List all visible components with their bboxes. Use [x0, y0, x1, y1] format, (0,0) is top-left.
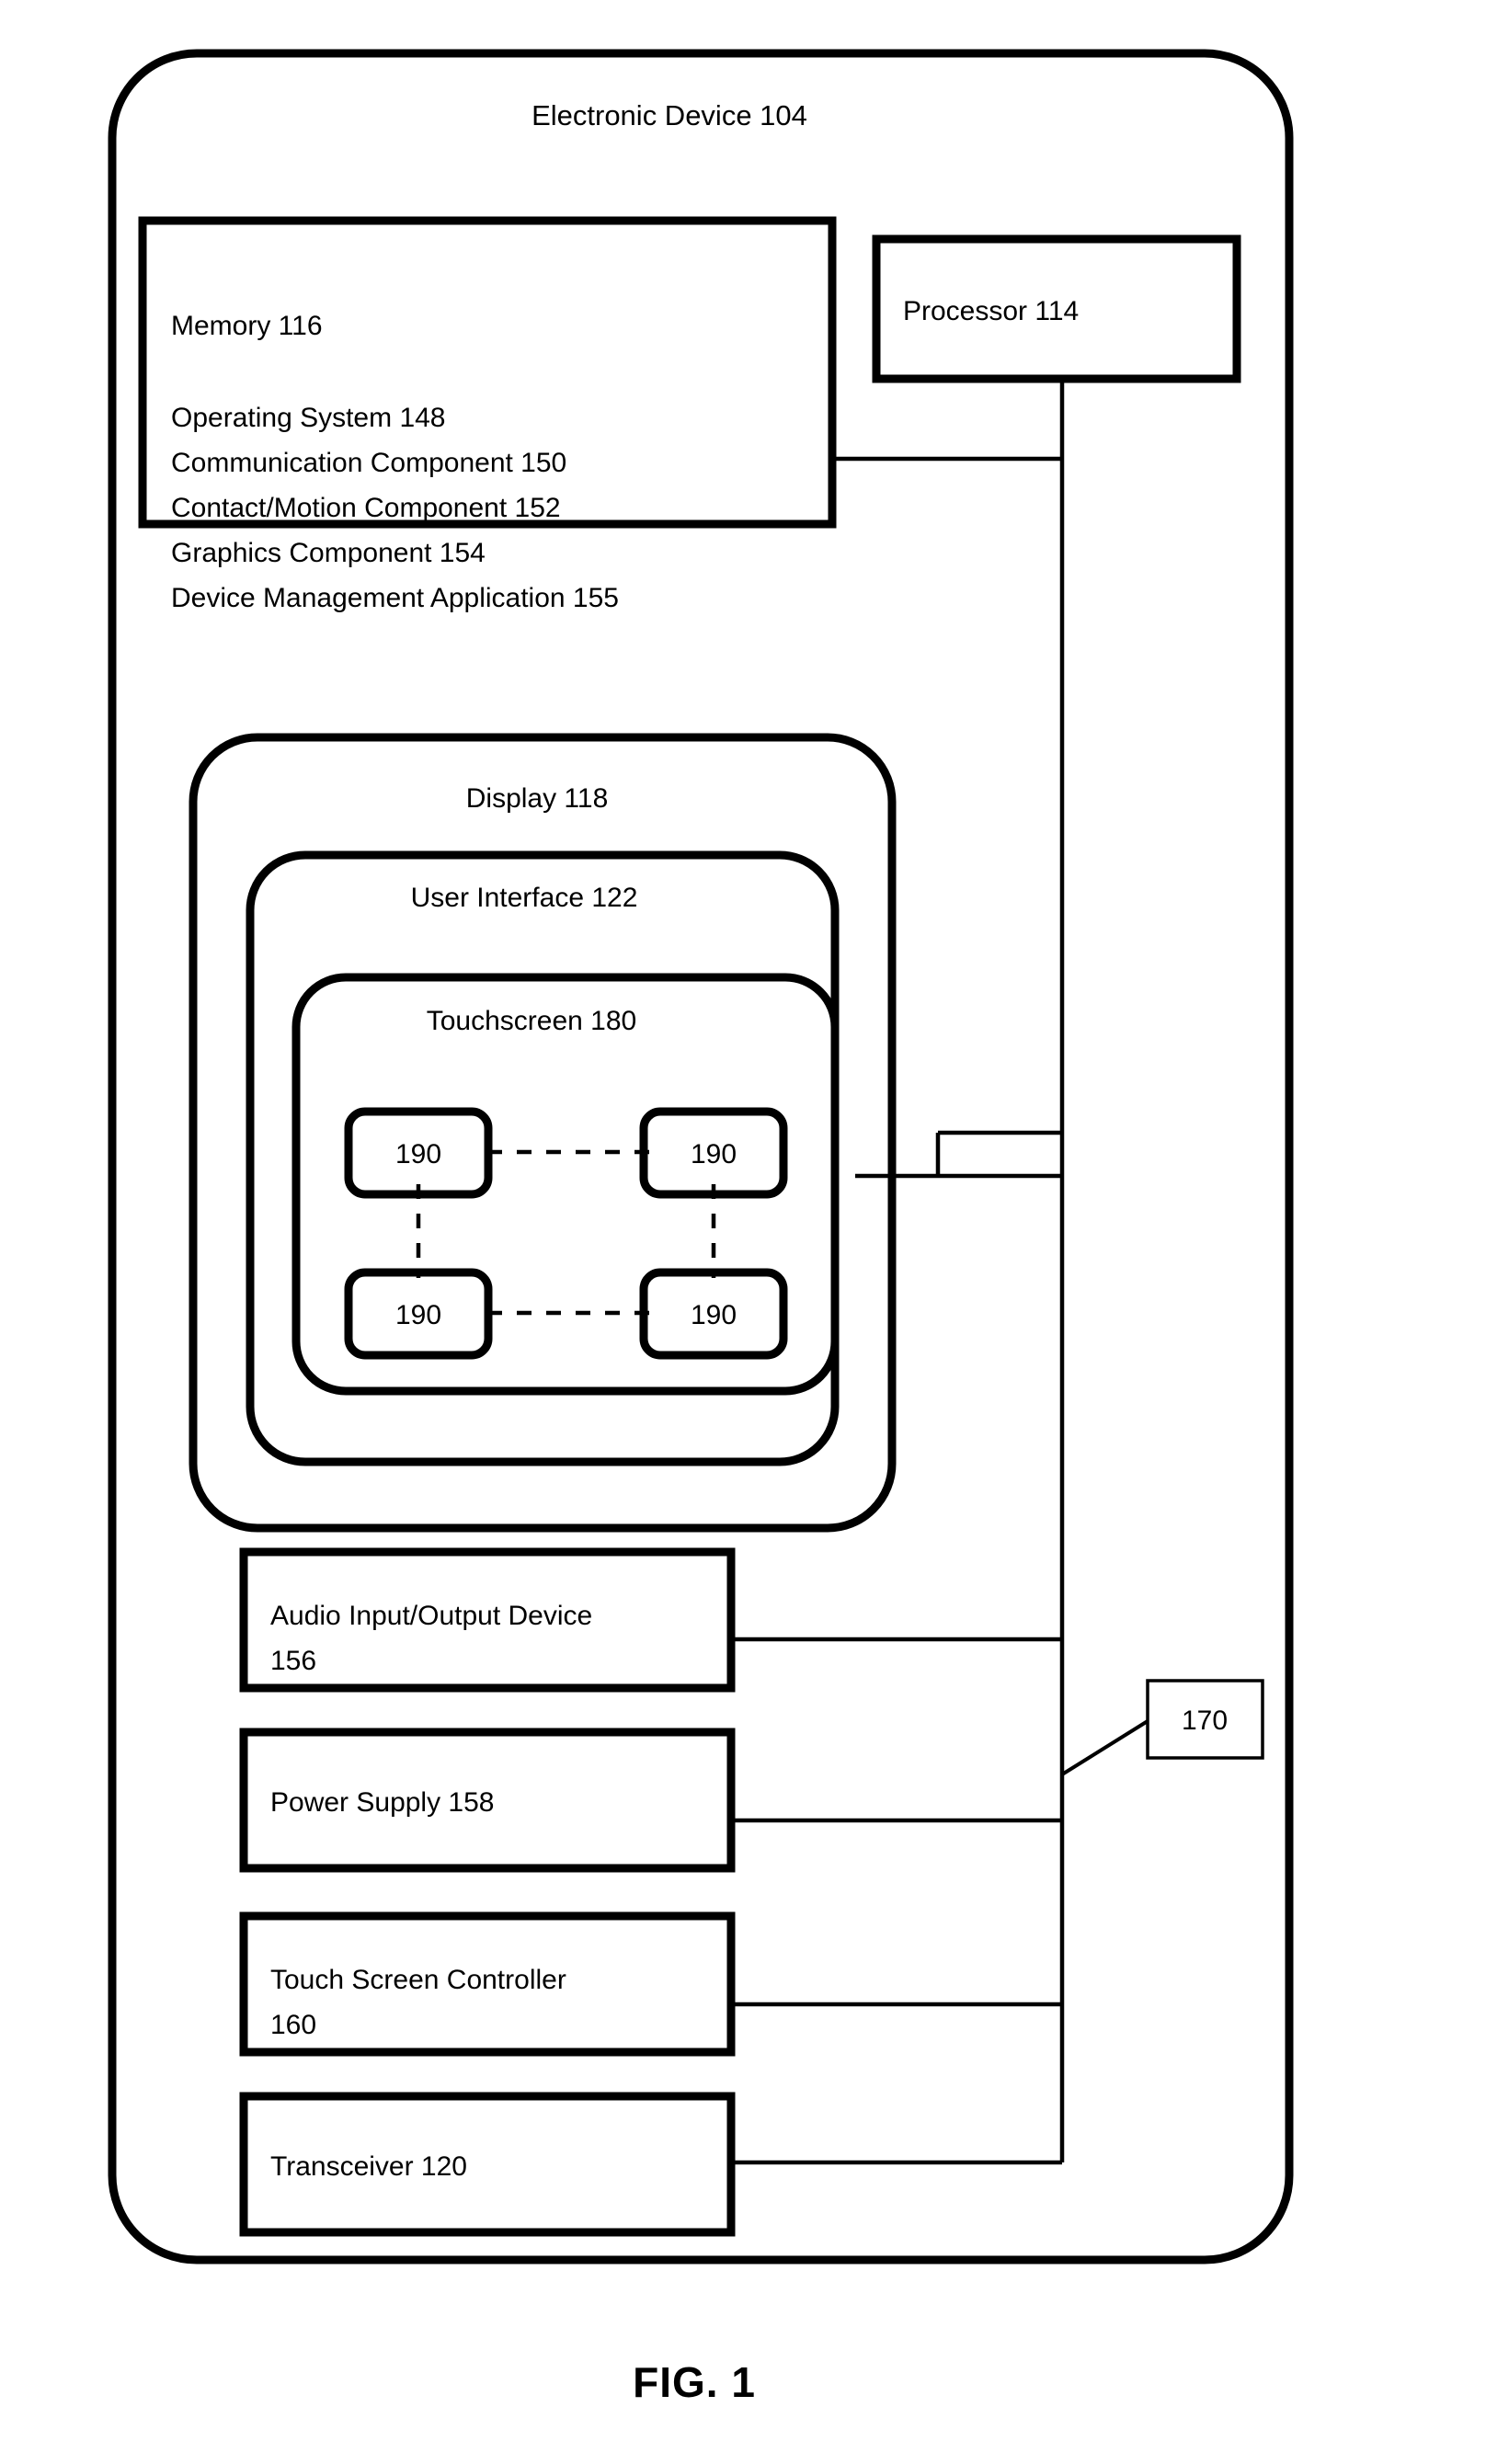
memory-item-0: Operating System 148 — [171, 403, 446, 433]
bus-callout-label: 170 — [1182, 1705, 1228, 1736]
figure-1-block-diagram: Memory 116 Operating System 148 Communic… — [108, 49, 1294, 2406]
device-title: Electronic Device 104 — [532, 99, 807, 131]
memory-box — [138, 216, 837, 529]
node-label-4: 190 — [691, 1300, 737, 1330]
memory-title: Memory 116 — [171, 311, 323, 341]
processor-label: Processor 114 — [903, 296, 1079, 326]
memory-item-4: Device Management Application 155 — [171, 583, 619, 613]
memory-item-1: Communication Component 150 — [171, 448, 566, 478]
figure-caption: FIG. 1 — [633, 2358, 756, 2406]
node-label-2: 190 — [691, 1139, 737, 1169]
transceiver-label-line1: Transceiver 120 — [270, 2151, 467, 2182]
user-interface-label: User Interface 122 — [411, 883, 638, 913]
touchscreen-label: Touchscreen 180 — [427, 1006, 637, 1036]
memory-item-2: Contact/Motion Component 152 — [171, 493, 561, 523]
audio-io-label-line1: Audio Input/Output Device — [270, 1601, 592, 1631]
touchscreen-outline — [291, 973, 840, 1396]
node-label-3: 190 — [395, 1300, 441, 1330]
touch-screen-controller-label-line2: 160 — [270, 2010, 316, 2040]
memory-item-3: Graphics Component 154 — [171, 538, 486, 568]
patent-figure: Memory 116 Operating System 148 Communic… — [0, 0, 1486, 2464]
power-supply-label-line1: Power Supply 158 — [270, 1787, 495, 1818]
node-label-1: 190 — [395, 1139, 441, 1169]
touch-screen-controller-label-line1: Touch Screen Controller — [270, 1965, 566, 1995]
bus-callout-leader — [1060, 1719, 1149, 1776]
display-label: Display 118 — [466, 783, 609, 814]
audio-io-label-line2: 156 — [270, 1646, 316, 1676]
user-interface-outline — [246, 850, 840, 1466]
